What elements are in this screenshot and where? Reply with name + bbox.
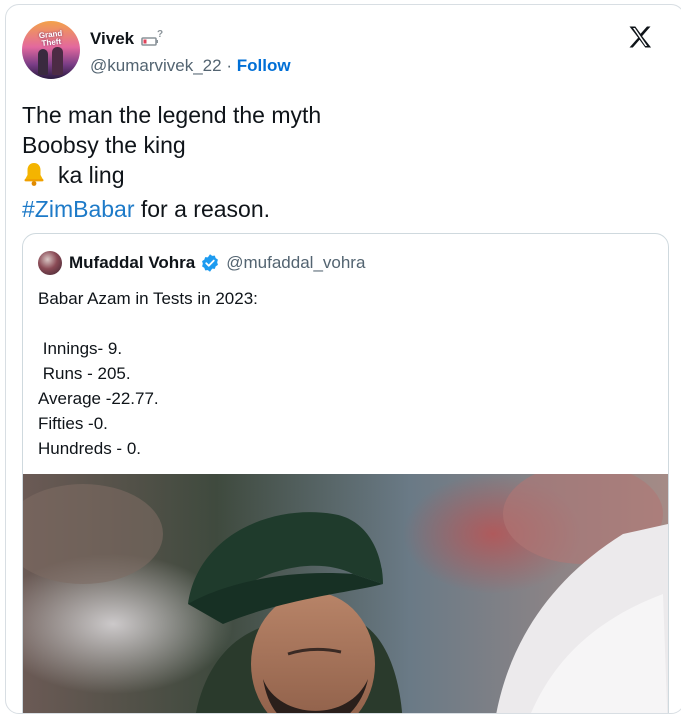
handle-separator: · bbox=[226, 56, 232, 75]
quoted-line: Babar Azam in Tests in 2023: bbox=[38, 289, 258, 308]
avatar-figure-right bbox=[52, 47, 63, 75]
quoted-tweet-text: Babar Azam in Tests in 2023: Innings- 9.… bbox=[38, 286, 638, 461]
tweet-header: Grand Theft Vivek ? @kumarvivek_22 · Foll… bbox=[22, 21, 662, 81]
quoted-line: Average -22.77. bbox=[38, 389, 159, 408]
quoted-line: Fifties -0. bbox=[38, 414, 108, 433]
quoted-tweet[interactable]: Mufaddal Vohra @mufaddal_vohra Babar Aza… bbox=[22, 233, 669, 713]
author-handle[interactable]: @kumarvivek_22 bbox=[90, 56, 222, 75]
bell-icon bbox=[22, 161, 46, 194]
quoted-line: Hundreds - 0. bbox=[38, 439, 141, 458]
tweet-line-bell: ka ling bbox=[22, 160, 662, 194]
hashtag-link[interactable]: #ZimBabar bbox=[22, 196, 134, 222]
cricket-player-photo bbox=[23, 474, 668, 713]
tweet-line: for a reason. bbox=[134, 196, 271, 222]
tweet-line: Boobsy the king bbox=[22, 132, 186, 158]
author-display-name[interactable]: Vivek bbox=[90, 29, 134, 49]
quoted-author-avatar bbox=[38, 251, 62, 275]
quoted-author-name: Mufaddal Vohra bbox=[69, 253, 196, 272]
battery-low-question-icon: ? bbox=[140, 28, 166, 50]
quoted-tweet-header: Mufaddal Vohra @mufaddal_vohra bbox=[38, 251, 365, 275]
author-name-row: Vivek ? bbox=[90, 28, 166, 50]
quoted-author-handle: @mufaddal_vohra bbox=[226, 253, 366, 272]
tweet-card: Grand Theft Vivek ? @kumarvivek_22 · Foll… bbox=[5, 4, 681, 714]
quoted-line: Runs - 205. bbox=[38, 364, 131, 383]
tweet-line: The man the legend the myth bbox=[22, 102, 322, 128]
avatar-logo-art: Grand Theft bbox=[38, 28, 63, 48]
author-handle-row: @kumarvivek_22 · Follow bbox=[90, 56, 291, 76]
quoted-line bbox=[38, 311, 638, 336]
verified-badge-icon bbox=[200, 253, 220, 273]
x-logo-icon[interactable] bbox=[626, 23, 654, 51]
svg-text:?: ? bbox=[157, 29, 163, 40]
quoted-line: Innings- 9. bbox=[38, 339, 123, 358]
follow-button[interactable]: Follow bbox=[237, 56, 291, 75]
avatar-figure-left bbox=[38, 49, 48, 75]
tweet-line-hashtag: #ZimBabar for a reason. bbox=[22, 194, 662, 224]
tweet-line: ka ling bbox=[58, 162, 125, 188]
author-avatar[interactable]: Grand Theft bbox=[22, 21, 80, 79]
tweet-text: The man the legend the myth Boobsy the k… bbox=[22, 100, 662, 224]
quoted-tweet-media[interactable] bbox=[23, 474, 668, 713]
